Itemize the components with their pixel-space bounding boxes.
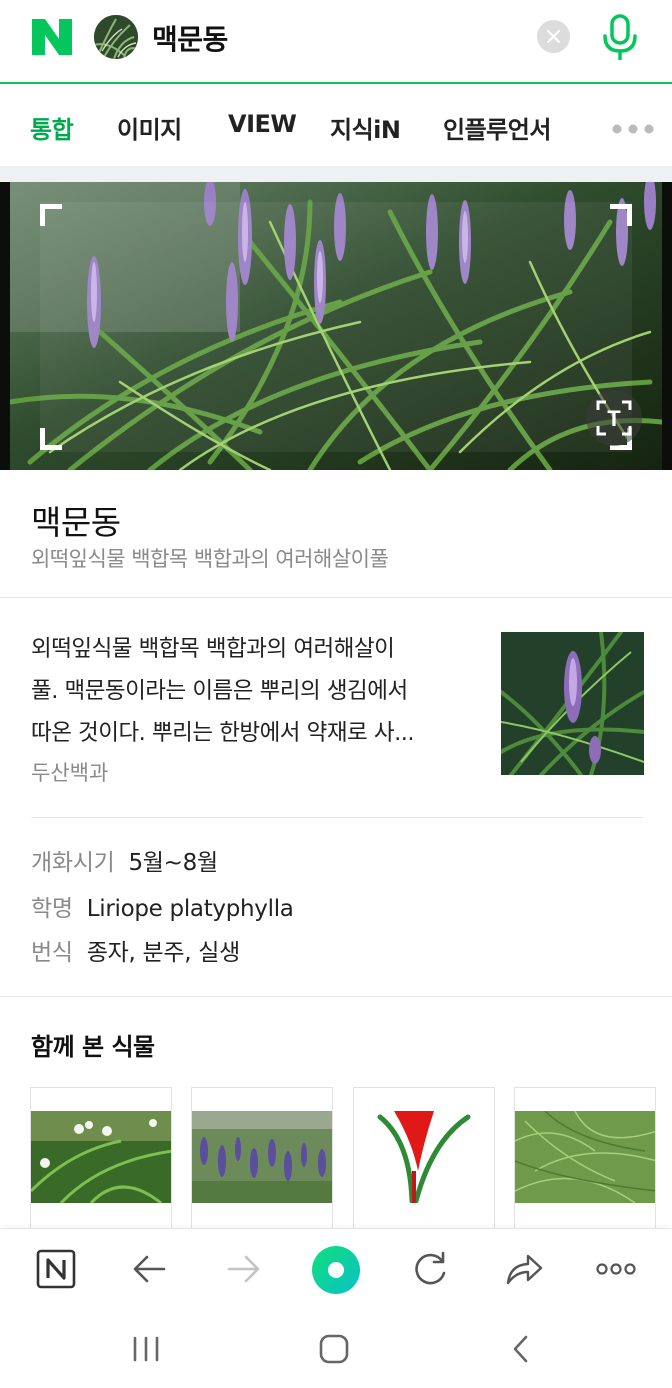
naver-home-icon[interactable] <box>34 1247 78 1291</box>
fact-key: 개화시기 <box>31 850 115 876</box>
related-plant-card[interactable] <box>30 1087 172 1237</box>
tab-images[interactable]: 이미지 <box>117 110 182 145</box>
frame-corner <box>40 204 62 226</box>
description-line: 외떡잎식물 백합목 백합과의 여러해살이 <box>31 636 395 662</box>
system-navigation-bar <box>0 1310 672 1388</box>
fact-scientific-name: 학명 Liriope platyphylla <box>31 889 294 923</box>
hero-image[interactable]: T <box>0 182 672 470</box>
related-plant-image <box>31 1111 171 1203</box>
text-scan-icon: T <box>596 400 632 436</box>
related-plants-title: 함께 본 식물 <box>31 1033 155 1061</box>
description-source[interactable]: 두산백과 <box>31 757 108 787</box>
microphone-icon[interactable] <box>600 14 640 60</box>
tab-all[interactable]: 통합 <box>30 110 74 145</box>
fact-flowering-period: 개화시기 5월~8월 <box>31 843 218 877</box>
related-plant-card[interactable] <box>191 1087 333 1237</box>
tab-view[interactable]: VIEW <box>228 110 297 138</box>
back-icon[interactable] <box>504 1332 540 1366</box>
related-plant-image <box>354 1111 494 1203</box>
frame-corner <box>40 428 62 450</box>
entry-subtitle: 외떡잎식물 백합목 백합과의 여러해살이풀 <box>31 547 389 571</box>
section-divider <box>0 166 672 182</box>
fact-propagation: 번식 종자, 분주, 실생 <box>31 933 240 967</box>
forward-arrow-icon[interactable] <box>221 1247 265 1291</box>
description-line: 풀. 맥문동이라는 이름은 뿌리의 생김에서 <box>31 678 408 704</box>
home-icon[interactable] <box>316 1332 352 1366</box>
related-plant-image <box>192 1111 332 1203</box>
more-tabs-icon[interactable] <box>612 124 654 134</box>
related-plant-card[interactable] <box>353 1087 495 1237</box>
frame-corner <box>610 204 632 226</box>
entry-title[interactable]: 맥문동 <box>31 496 121 544</box>
search-tabs: 통합 이미지 VIEW 지식iN 인플루언서 <box>0 86 672 166</box>
fact-value: 5월~8월 <box>128 850 218 876</box>
clear-search-button[interactable] <box>537 20 570 53</box>
search-bar: 맥문동 <box>0 0 672 84</box>
related-plant-card[interactable] <box>514 1087 656 1237</box>
divider <box>0 597 672 598</box>
browser-toolbar <box>0 1228 672 1310</box>
description-thumbnail[interactable] <box>501 632 644 775</box>
divider <box>31 817 643 818</box>
entry-description[interactable]: 외떡잎식물 백합목 백합과의 여러해살이 풀. 맥문동이라는 이름은 뿌리의 생… <box>31 628 477 754</box>
refresh-icon[interactable] <box>408 1247 452 1291</box>
divider <box>0 996 672 997</box>
fact-value: 종자, 분주, 실생 <box>86 940 241 966</box>
text-recognition-button[interactable]: T <box>586 390 642 446</box>
search-query-text[interactable]: 맥문동 <box>152 18 228 58</box>
tab-knowledge-in[interactable]: 지식iN <box>330 110 401 145</box>
related-plant-image <box>515 1111 655 1203</box>
svg-text:T: T <box>607 406 621 431</box>
query-thumbnail <box>94 15 138 59</box>
naver-logo[interactable] <box>32 19 72 55</box>
description-line: 따온 것이다. 뿌리는 한방에서 약재로 사... <box>31 720 415 746</box>
close-icon <box>547 30 560 43</box>
fact-value: Liriope platyphylla <box>86 896 294 922</box>
tab-influencer[interactable]: 인플루언서 <box>443 110 551 145</box>
back-arrow-icon[interactable] <box>128 1247 172 1291</box>
fact-key: 번식 <box>31 940 73 966</box>
green-dot-icon[interactable] <box>311 1245 361 1295</box>
plant-photo <box>10 182 662 470</box>
share-icon[interactable] <box>502 1247 546 1291</box>
more-icon[interactable] <box>594 1247 638 1291</box>
fact-key: 학명 <box>31 896 73 922</box>
recent-apps-icon[interactable] <box>128 1332 164 1366</box>
